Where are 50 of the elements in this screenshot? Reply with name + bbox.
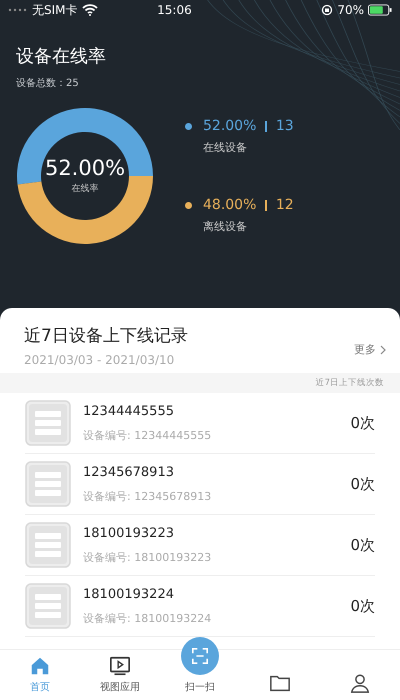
battery-percent: 70% [337, 3, 364, 17]
date-range: 2021/03/03 - 2021/03/10 [24, 353, 176, 367]
chevron-icon [380, 344, 386, 354]
battery-icon [368, 4, 392, 16]
legend-count: 12 [276, 197, 294, 213]
legend-percent: 52.00% [203, 118, 256, 134]
device-total: 设备总数：25 [16, 76, 80, 90]
device-row[interactable]: 18100193223 设备编号: 18100193223 0次 [25, 515, 375, 576]
device-row[interactable]: 12344445555 设备编号: 12344445555 0次 [25, 393, 375, 454]
device-code: 设备编号: 18100193223 [83, 550, 212, 564]
device-code: 设备编号: 18100193224 [83, 610, 212, 626]
home-icon [29, 655, 51, 677]
scan-icon [191, 647, 209, 665]
device-row[interactable]: 18100193224 设备编号: 18100193224 0次 [25, 576, 375, 637]
online-count: 0次 [350, 474, 375, 494]
device-name: 18100193223 [83, 526, 175, 540]
legend-label: 在线设备 [203, 140, 248, 155]
clock-time: 15:06 [156, 3, 193, 17]
legend-count: 13 [276, 118, 294, 134]
device-name: 12344445555 [83, 404, 175, 418]
monitor-play-icon [109, 655, 131, 677]
person-icon [349, 672, 371, 694]
server-icon [25, 583, 71, 629]
online-count: 0次 [350, 414, 375, 432]
legend-label: 离线设备 [203, 219, 248, 234]
tab-label: 视图应用 [100, 680, 140, 694]
device-name: 12345678913 [83, 464, 175, 480]
signal-icon [8, 8, 28, 12]
tab-item[interactable]: 视图应用 [80, 650, 160, 700]
tab-label: 扫一扫 [185, 680, 215, 694]
device-row[interactable]: 12345678913 设备编号: 12345678913 0次 [25, 454, 375, 515]
device-code: 设备编号: 12345678913 [83, 488, 212, 504]
section-title: 设备在线率 [16, 45, 107, 68]
donut-center-value: 52.00% [44, 158, 126, 178]
device-name: 18100193224 [83, 586, 175, 602]
donut-center-label: 在线率 [72, 182, 98, 194]
scan-button[interactable] [181, 637, 219, 675]
tab-label: 首页 [30, 681, 50, 694]
column-header: 近7日上下线次数 [316, 378, 384, 388]
wifi-icon [82, 4, 98, 16]
server-icon [25, 400, 71, 446]
more-link[interactable]: 更多 [354, 342, 386, 357]
server-icon [25, 522, 71, 568]
online-count: 0次 [350, 596, 375, 616]
device-code: 设备编号: 12344445555 [83, 428, 212, 442]
records-title: 近7日设备上下线记录 [24, 325, 188, 347]
legend-percent: 48.00% [203, 197, 256, 213]
server-icon [25, 461, 71, 507]
carrier-label: 无SIM卡 [32, 2, 78, 18]
online-count: 0次 [350, 536, 375, 554]
